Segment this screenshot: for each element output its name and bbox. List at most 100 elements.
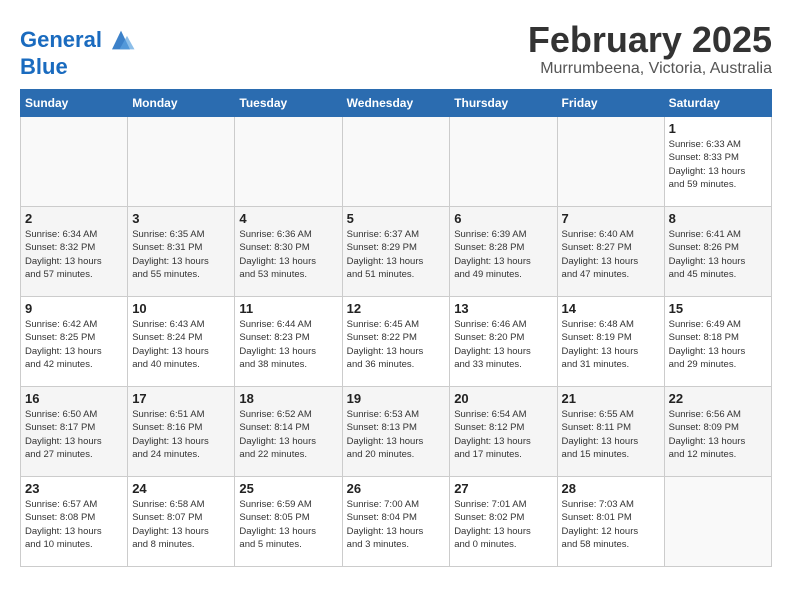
- day-number: 18: [239, 391, 337, 406]
- day-number: 28: [562, 481, 660, 496]
- day-number: 11: [239, 301, 337, 316]
- calendar-cell: 7 Sunrise: 6:40 AM Sunset: 8:27 PM Daylig…: [557, 207, 664, 297]
- calendar-cell: [557, 117, 664, 207]
- calendar-cell: 16 Sunrise: 6:50 AM Sunset: 8:17 PM Dayli…: [21, 387, 128, 477]
- day-info: Sunrise: 7:01 AM Sunset: 8:02 PM Dayligh…: [454, 498, 552, 551]
- logo: General Blue: [20, 25, 136, 79]
- calendar-header-thursday: Thursday: [450, 90, 557, 117]
- calendar-cell: 3 Sunrise: 6:35 AM Sunset: 8:31 PM Daylig…: [128, 207, 235, 297]
- calendar-cell: 17 Sunrise: 6:51 AM Sunset: 8:16 PM Dayli…: [128, 387, 235, 477]
- day-info: Sunrise: 6:55 AM Sunset: 8:11 PM Dayligh…: [562, 408, 660, 461]
- calendar-cell: 25 Sunrise: 6:59 AM Sunset: 8:05 PM Dayli…: [235, 477, 342, 567]
- calendar-cell: 11 Sunrise: 6:44 AM Sunset: 8:23 PM Dayli…: [235, 297, 342, 387]
- calendar-cell: 1Sunrise: 6:33 AM Sunset: 8:33 PM Daylig…: [664, 117, 771, 207]
- day-number: 7: [562, 211, 660, 226]
- day-info: Sunrise: 6:52 AM Sunset: 8:14 PM Dayligh…: [239, 408, 337, 461]
- day-number: 5: [347, 211, 446, 226]
- calendar-cell: 12Sunrise: 6:45 AM Sunset: 8:22 PM Dayli…: [342, 297, 450, 387]
- calendar-cell: [342, 117, 450, 207]
- day-info: Sunrise: 6:51 AM Sunset: 8:16 PM Dayligh…: [132, 408, 230, 461]
- calendar-week-row: 16 Sunrise: 6:50 AM Sunset: 8:17 PM Dayli…: [21, 387, 772, 477]
- calendar-week-row: 2Sunrise: 6:34 AM Sunset: 8:32 PM Daylig…: [21, 207, 772, 297]
- day-number: 20: [454, 391, 552, 406]
- day-info: Sunrise: 6:48 AM Sunset: 8:19 PM Dayligh…: [562, 318, 660, 371]
- calendar-week-row: 9 Sunrise: 6:42 AM Sunset: 8:25 PM Daylig…: [21, 297, 772, 387]
- day-info: Sunrise: 6:35 AM Sunset: 8:31 PM Dayligh…: [132, 228, 230, 281]
- calendar-cell: 10 Sunrise: 6:43 AM Sunset: 8:24 PM Dayli…: [128, 297, 235, 387]
- calendar-cell: 6 Sunrise: 6:39 AM Sunset: 8:28 PM Daylig…: [450, 207, 557, 297]
- day-number: 24: [132, 481, 230, 496]
- day-number: 3: [132, 211, 230, 226]
- day-info: Sunrise: 6:46 AM Sunset: 8:20 PM Dayligh…: [454, 318, 552, 371]
- day-number: 17: [132, 391, 230, 406]
- day-number: 27: [454, 481, 552, 496]
- day-info: Sunrise: 7:03 AM Sunset: 8:01 PM Dayligh…: [562, 498, 660, 551]
- day-info: Sunrise: 6:34 AM Sunset: 8:32 PM Dayligh…: [25, 228, 123, 281]
- calendar-week-row: 23 Sunrise: 6:57 AM Sunset: 8:08 PM Dayli…: [21, 477, 772, 567]
- calendar-cell: 22Sunrise: 6:56 AM Sunset: 8:09 PM Dayli…: [664, 387, 771, 477]
- calendar-week-row: 1Sunrise: 6:33 AM Sunset: 8:33 PM Daylig…: [21, 117, 772, 207]
- day-number: 6: [454, 211, 552, 226]
- day-info: Sunrise: 6:50 AM Sunset: 8:17 PM Dayligh…: [25, 408, 123, 461]
- calendar-table: SundayMondayTuesdayWednesdayThursdayFrid…: [20, 89, 772, 567]
- day-info: Sunrise: 6:39 AM Sunset: 8:28 PM Dayligh…: [454, 228, 552, 281]
- calendar-cell: 26Sunrise: 7:00 AM Sunset: 8:04 PM Dayli…: [342, 477, 450, 567]
- day-number: 21: [562, 391, 660, 406]
- calendar-cell: 13 Sunrise: 6:46 AM Sunset: 8:20 PM Dayli…: [450, 297, 557, 387]
- day-number: 1: [669, 121, 767, 136]
- calendar-header-monday: Monday: [128, 90, 235, 117]
- day-number: 10: [132, 301, 230, 316]
- calendar-cell: [128, 117, 235, 207]
- calendar-header-sunday: Sunday: [21, 90, 128, 117]
- day-info: Sunrise: 6:58 AM Sunset: 8:07 PM Dayligh…: [132, 498, 230, 551]
- calendar-cell: [235, 117, 342, 207]
- logo-blue-text: Blue: [20, 55, 136, 79]
- day-number: 15: [669, 301, 767, 316]
- day-info: Sunrise: 6:57 AM Sunset: 8:08 PM Dayligh…: [25, 498, 123, 551]
- calendar-cell: 21 Sunrise: 6:55 AM Sunset: 8:11 PM Dayli…: [557, 387, 664, 477]
- day-number: 4: [239, 211, 337, 226]
- page-header: General Blue February 2025 Murrumbeena, …: [20, 20, 772, 79]
- day-info: Sunrise: 6:59 AM Sunset: 8:05 PM Dayligh…: [239, 498, 337, 551]
- day-number: 9: [25, 301, 123, 316]
- calendar-cell: 4 Sunrise: 6:36 AM Sunset: 8:30 PM Daylig…: [235, 207, 342, 297]
- title-section: February 2025 Murrumbeena, Victoria, Aus…: [528, 20, 772, 78]
- month-year-title: February 2025: [528, 20, 772, 60]
- day-info: Sunrise: 6:54 AM Sunset: 8:12 PM Dayligh…: [454, 408, 552, 461]
- calendar-cell: 18 Sunrise: 6:52 AM Sunset: 8:14 PM Dayli…: [235, 387, 342, 477]
- day-number: 13: [454, 301, 552, 316]
- day-info: Sunrise: 6:53 AM Sunset: 8:13 PM Dayligh…: [347, 408, 446, 461]
- day-info: Sunrise: 6:40 AM Sunset: 8:27 PM Dayligh…: [562, 228, 660, 281]
- day-number: 12: [347, 301, 446, 316]
- day-info: Sunrise: 6:44 AM Sunset: 8:23 PM Dayligh…: [239, 318, 337, 371]
- calendar-cell: 20 Sunrise: 6:54 AM Sunset: 8:12 PM Dayli…: [450, 387, 557, 477]
- calendar-cell: 27 Sunrise: 7:01 AM Sunset: 8:02 PM Dayli…: [450, 477, 557, 567]
- calendar-cell: [664, 477, 771, 567]
- day-info: Sunrise: 6:56 AM Sunset: 8:09 PM Dayligh…: [669, 408, 767, 461]
- calendar-cell: 23 Sunrise: 6:57 AM Sunset: 8:08 PM Dayli…: [21, 477, 128, 567]
- day-info: Sunrise: 6:37 AM Sunset: 8:29 PM Dayligh…: [347, 228, 446, 281]
- calendar-cell: 15 Sunrise: 6:49 AM Sunset: 8:18 PM Dayli…: [664, 297, 771, 387]
- day-number: 16: [25, 391, 123, 406]
- calendar-cell: 14 Sunrise: 6:48 AM Sunset: 8:19 PM Dayli…: [557, 297, 664, 387]
- calendar-cell: 28 Sunrise: 7:03 AM Sunset: 8:01 PM Dayli…: [557, 477, 664, 567]
- day-info: Sunrise: 7:00 AM Sunset: 8:04 PM Dayligh…: [347, 498, 446, 551]
- day-info: Sunrise: 6:41 AM Sunset: 8:26 PM Dayligh…: [669, 228, 767, 281]
- calendar-cell: 24 Sunrise: 6:58 AM Sunset: 8:07 PM Dayli…: [128, 477, 235, 567]
- day-number: 25: [239, 481, 337, 496]
- calendar-header-row: SundayMondayTuesdayWednesdayThursdayFrid…: [21, 90, 772, 117]
- calendar-cell: [450, 117, 557, 207]
- day-info: Sunrise: 6:36 AM Sunset: 8:30 PM Dayligh…: [239, 228, 337, 281]
- day-number: 19: [347, 391, 446, 406]
- day-info: Sunrise: 6:49 AM Sunset: 8:18 PM Dayligh…: [669, 318, 767, 371]
- calendar-cell: 5 Sunrise: 6:37 AM Sunset: 8:29 PM Daylig…: [342, 207, 450, 297]
- calendar-header-friday: Friday: [557, 90, 664, 117]
- calendar-cell: [21, 117, 128, 207]
- day-info: Sunrise: 6:42 AM Sunset: 8:25 PM Dayligh…: [25, 318, 123, 371]
- day-number: 8: [669, 211, 767, 226]
- day-number: 23: [25, 481, 123, 496]
- calendar-header-tuesday: Tuesday: [235, 90, 342, 117]
- calendar-header-wednesday: Wednesday: [342, 90, 450, 117]
- day-info: Sunrise: 6:43 AM Sunset: 8:24 PM Dayligh…: [132, 318, 230, 371]
- day-number: 14: [562, 301, 660, 316]
